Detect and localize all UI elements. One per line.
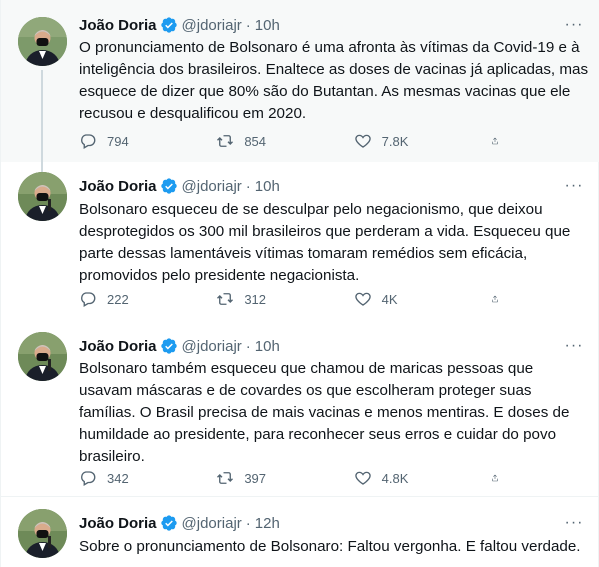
reply-icon	[81, 292, 96, 307]
reply-icon	[81, 134, 96, 149]
separator-dot: ·	[245, 16, 251, 34]
share-icon	[492, 295, 498, 303]
thread-line	[41, 70, 43, 162]
retweet-icon	[217, 293, 234, 305]
separator-dot: ·	[245, 337, 251, 355]
reply-icon	[81, 471, 96, 486]
ellipsis-icon[interactable]: ···	[563, 15, 585, 35]
retweet-button[interactable]: 397	[216, 468, 316, 488]
ellipsis-icon[interactable]: ···	[563, 176, 585, 196]
separator-dot: ·	[245, 514, 251, 532]
retweet-count: 854	[244, 133, 267, 149]
share-button[interactable]	[491, 468, 509, 488]
author-name[interactable]: João Doria	[79, 178, 157, 195]
avatar[interactable]	[18, 172, 67, 221]
avatar[interactable]	[18, 332, 67, 381]
author-handle[interactable]: @jdoriajr	[182, 178, 242, 195]
avatar[interactable]	[18, 17, 67, 66]
tweet-actions: 342 397 4.8K	[79, 468, 509, 488]
timestamp[interactable]: 10h	[255, 17, 280, 34]
timestamp[interactable]: 10h	[255, 338, 280, 355]
retweet-icon	[217, 472, 234, 484]
share-button[interactable]	[491, 131, 509, 151]
verified-badge-icon	[160, 16, 178, 34]
reply-count: 342	[107, 470, 129, 486]
tweet-actions: 794 854 7.8K	[79, 131, 509, 151]
tweet[interactable]: João Doria @jdoriajr · 10h ··· Bolsonaro…	[1, 162, 599, 322]
reply-button[interactable]: 222	[79, 289, 179, 309]
avatar[interactable]	[18, 509, 67, 558]
like-button[interactable]: 7.8K	[354, 131, 454, 151]
retweet-button[interactable]: 854	[216, 131, 316, 151]
timestamp[interactable]: 12h	[255, 515, 280, 532]
reply-button[interactable]: 794	[79, 131, 179, 151]
tweet[interactable]: João Doria @jdoriajr · 12h ··· Sobre o p…	[1, 496, 599, 567]
tweet-text: O pronunciamento de Bolsonaro é uma afro…	[79, 39, 589, 122]
like-count: 4.8K	[381, 470, 409, 486]
tweet-text: Bolsonaro também esqueceu que chamou de …	[79, 360, 570, 465]
tweet[interactable]: João Doria @jdoriajr · 10h ··· Bolsonaro…	[1, 322, 599, 496]
separator-dot: ·	[245, 177, 251, 195]
reply-count: 222	[107, 291, 129, 307]
author-handle[interactable]: @jdoriajr	[182, 515, 242, 532]
verified-badge-icon	[160, 514, 178, 532]
tweet-actions: 222 312 4K	[79, 289, 509, 309]
tweet-header: João Doria @jdoriajr · 10h	[79, 15, 280, 35]
retweet-count: 397	[244, 470, 267, 486]
author-name[interactable]: João Doria	[79, 17, 157, 34]
like-button[interactable]: 4K	[354, 289, 454, 309]
timeline: João Doria @jdoriajr · 10h ··· O pronunc…	[0, 0, 599, 567]
verified-badge-icon	[160, 337, 178, 355]
tweet-header: João Doria @jdoriajr · 10h	[79, 336, 280, 356]
author-name[interactable]: João Doria	[79, 338, 157, 355]
share-icon	[492, 137, 498, 145]
tweet-header: João Doria @jdoriajr · 12h	[79, 513, 280, 533]
ellipsis-icon[interactable]: ···	[563, 336, 585, 356]
tweet-text: Sobre o pronunciamento de Bolsonaro: Fal…	[79, 538, 581, 555]
tweet-header: João Doria @jdoriajr · 10h	[79, 176, 280, 196]
heart-icon	[354, 292, 371, 306]
timestamp[interactable]: 10h	[255, 178, 280, 195]
heart-icon	[354, 134, 371, 148]
like-count: 4K	[381, 291, 398, 307]
share-icon	[492, 474, 498, 482]
reply-count: 794	[107, 133, 129, 149]
share-button[interactable]	[491, 289, 509, 309]
author-handle[interactable]: @jdoriajr	[182, 17, 242, 34]
verified-badge-icon	[160, 177, 178, 195]
ellipsis-icon[interactable]: ···	[563, 513, 585, 533]
author-handle[interactable]: @jdoriajr	[182, 338, 242, 355]
like-button[interactable]: 4.8K	[354, 468, 454, 488]
thread-line	[41, 162, 43, 172]
reply-button[interactable]: 342	[79, 468, 179, 488]
heart-icon	[354, 471, 371, 485]
tweet[interactable]: João Doria @jdoriajr · 10h ··· O pronunc…	[1, 0, 599, 162]
retweet-count: 312	[244, 291, 267, 307]
like-count: 7.8K	[381, 133, 409, 149]
retweet-icon	[217, 135, 234, 147]
author-name[interactable]: João Doria	[79, 515, 157, 532]
tweet-text: Bolsonaro esqueceu de se desculpar pelo …	[79, 201, 571, 284]
retweet-button[interactable]: 312	[216, 289, 316, 309]
